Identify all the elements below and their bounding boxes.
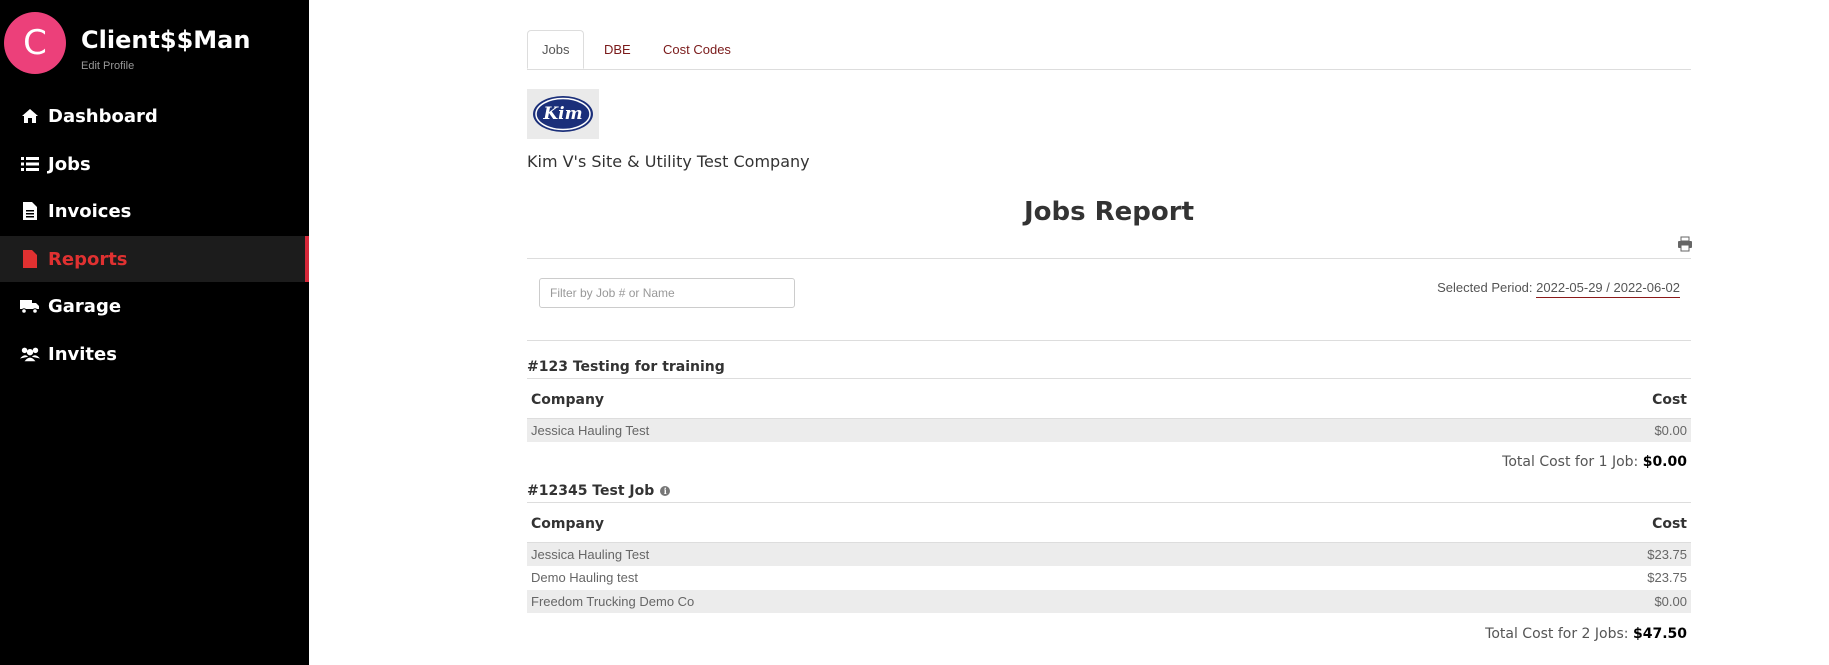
logo-text: Kim <box>542 104 582 124</box>
avatar[interactable]: C <box>4 12 66 74</box>
tab-jobs[interactable]: Jobs <box>527 30 585 69</box>
company-name: Kim V's Site & Utility Test Company <box>527 152 810 171</box>
column-header-cost: Cost <box>1652 516 1687 532</box>
cost-cell: $23.75 <box>1647 547 1687 562</box>
sidebar-item-label: Reports <box>48 248 128 270</box>
home-icon <box>20 106 40 126</box>
document-icon <box>20 201 40 221</box>
company-cell: Freedom Trucking Demo Co <box>531 594 695 609</box>
company-cell: Demo Hauling test <box>531 570 638 585</box>
selected-period: Selected Period: 2022-05-29 / 2022-06-02 <box>1437 280 1680 298</box>
job-total: Total Cost for 1 Job: $0.00 <box>1502 454 1687 470</box>
job-total: Total Cost for 2 Jobs: $47.50 <box>1485 626 1687 642</box>
sidebar-item-jobs[interactable]: Jobs <box>0 141 309 187</box>
total-label: Total Cost for 1 Job: <box>1502 454 1639 470</box>
cost-cell: $0.00 <box>1654 423 1687 438</box>
sidebar: C Client$$Man Edit Profile Dashboard Job… <box>0 0 309 665</box>
divider <box>527 378 1691 379</box>
list-icon <box>20 154 40 174</box>
column-header-company: Company <box>531 516 605 532</box>
edit-profile-link[interactable]: Edit Profile <box>81 60 134 72</box>
table-row: Jessica Hauling Test $23.75 <box>527 543 1691 566</box>
divider <box>527 502 1691 503</box>
sidebar-item-garage[interactable]: Garage <box>0 283 309 329</box>
file-icon <box>20 249 40 269</box>
tab-cost-codes[interactable]: Cost Codes <box>663 30 731 69</box>
total-label: Total Cost for 2 Jobs: <box>1485 626 1629 642</box>
info-icon[interactable]: i <box>660 486 671 496</box>
tab-dbe[interactable]: DBE <box>604 30 631 69</box>
table-row: Freedom Trucking Demo Co $0.00 <box>527 590 1691 613</box>
sidebar-item-label: Jobs <box>48 153 91 175</box>
job-title-text: #12345 Test Job <box>527 483 655 499</box>
users-icon <box>20 344 40 364</box>
table-header: Company Cost <box>527 513 1691 535</box>
total-value: $0.00 <box>1642 454 1687 470</box>
sidebar-item-label: Invites <box>48 343 117 365</box>
column-header-cost: Cost <box>1652 392 1687 408</box>
table-row: Jessica Hauling Test $0.00 <box>527 419 1691 442</box>
filter-input[interactable] <box>539 278 795 308</box>
cost-cell: $23.75 <box>1647 570 1687 585</box>
period-picker[interactable]: 2022-05-29 / 2022-06-02 <box>1536 280 1680 298</box>
job-title: #123 Testing for training <box>527 359 725 375</box>
page-title: Jobs Report <box>1023 197 1195 227</box>
sidebar-item-dashboard[interactable]: Dashboard <box>0 93 309 139</box>
sidebar-item-label: Invoices <box>48 200 132 222</box>
cost-cell: $0.00 <box>1654 594 1687 609</box>
report-tabs: Jobs DBE Cost Codes <box>527 30 1691 70</box>
sidebar-item-invoices[interactable]: Invoices <box>0 188 309 234</box>
divider <box>527 258 1691 259</box>
company-logo: Kim <box>527 89 599 139</box>
period-label: Selected Period: <box>1437 280 1533 295</box>
column-header-company: Company <box>531 392 605 408</box>
truck-icon <box>20 296 40 316</box>
job-title: #12345 Test Job i <box>527 483 671 499</box>
sidebar-item-invites[interactable]: Invites <box>0 331 309 377</box>
company-cell: Jessica Hauling Test <box>531 547 650 562</box>
divider <box>527 340 1691 341</box>
total-value: $47.50 <box>1632 626 1687 642</box>
username: Client$$Man <box>81 26 251 54</box>
company-cell: Jessica Hauling Test <box>531 423 650 438</box>
table-header: Company Cost <box>527 389 1691 411</box>
sidebar-item-label: Dashboard <box>48 105 158 127</box>
sidebar-item-reports[interactable]: Reports <box>0 236 309 282</box>
print-icon[interactable] <box>1677 236 1693 252</box>
sidebar-item-label: Garage <box>48 295 122 317</box>
table-row: Demo Hauling test $23.75 <box>527 566 1691 589</box>
